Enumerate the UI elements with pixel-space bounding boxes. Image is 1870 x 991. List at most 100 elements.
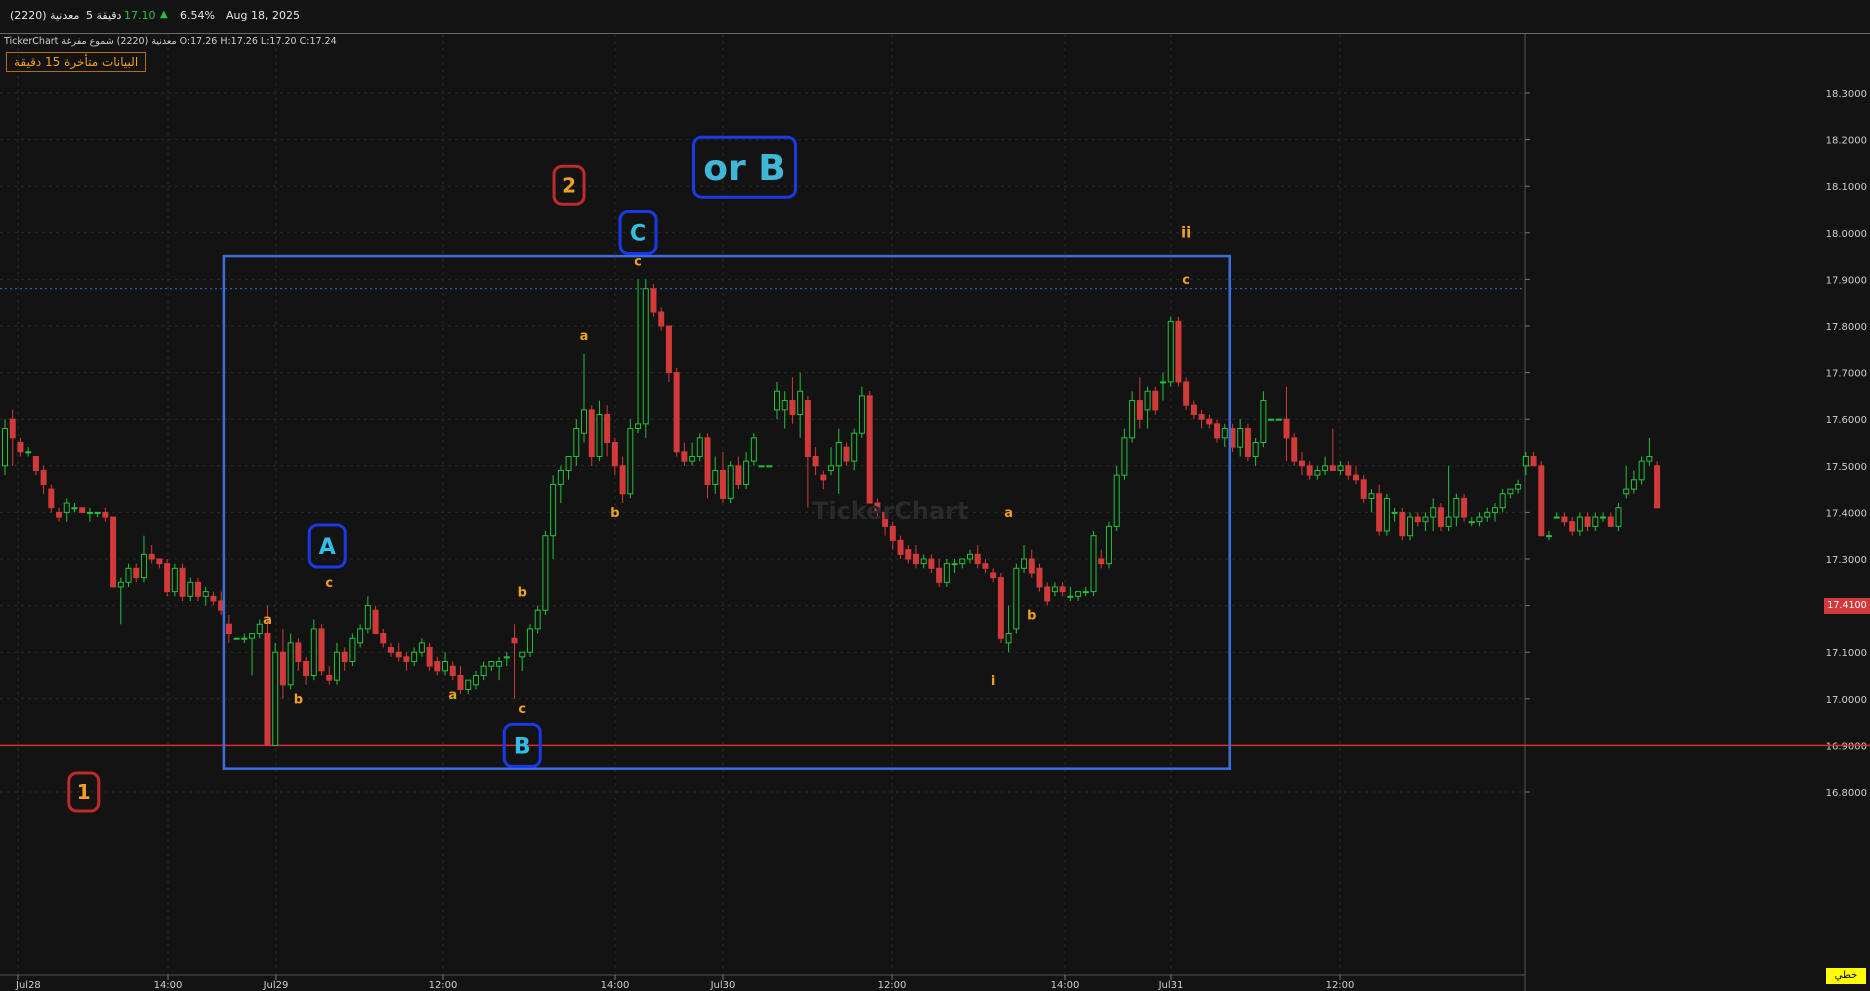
- candle: [889, 521, 896, 550]
- candle-body-up: [1113, 474, 1120, 527]
- candle: [681, 442, 688, 466]
- candle: [1082, 586, 1089, 597]
- candle: [1391, 507, 1398, 522]
- candle: [712, 456, 719, 494]
- candle: [1654, 461, 1661, 509]
- price-tick-label: 16.9000: [1826, 741, 1867, 752]
- candle-body-up: [488, 661, 495, 667]
- candle-body-up: [858, 395, 865, 434]
- candle: [1183, 377, 1190, 410]
- wave-badge-label: A: [319, 535, 336, 560]
- candle: [32, 455, 39, 476]
- candle-body-down: [1206, 418, 1213, 425]
- delay-notice: البيانات متأخرة 15 دقيقة: [6, 52, 147, 72]
- candle: [1515, 479, 1522, 494]
- candle: [1507, 488, 1514, 499]
- candle: [125, 563, 132, 587]
- candle-body-down: [912, 553, 919, 565]
- candle: [56, 507, 63, 522]
- ohlc-readout: TickerChart معدنية (2220) شموع مفرغة O:1…: [4, 36, 337, 47]
- candle: [665, 325, 672, 382]
- candle: [1136, 377, 1143, 429]
- candle-body-up: [1468, 521, 1475, 524]
- candle-body-up: [959, 558, 966, 565]
- watermark: TickerChart: [812, 497, 969, 525]
- candle: [526, 624, 533, 657]
- wave-badge: or B: [692, 135, 798, 199]
- candle-body-down: [665, 325, 672, 374]
- candle-body-down: [56, 511, 63, 518]
- candle: [1600, 512, 1607, 522]
- candle: [812, 447, 819, 476]
- candle-body-down: [264, 633, 271, 746]
- candle: [573, 419, 580, 466]
- candle: [1453, 493, 1460, 527]
- candle-body-up: [1453, 497, 1460, 518]
- candle: [565, 455, 572, 480]
- candle-body-up: [828, 465, 835, 471]
- time-tick-label: 14:00: [1051, 980, 1080, 991]
- candle: [1075, 591, 1082, 601]
- candle-body-down: [449, 665, 456, 676]
- candle-body-down: [295, 642, 302, 663]
- price-tick-label: 18.2000: [1826, 136, 1867, 147]
- candle: [912, 545, 919, 569]
- candle: [102, 507, 109, 522]
- candle-body-down: [604, 414, 611, 444]
- candle: [249, 633, 256, 676]
- candle: [364, 596, 371, 634]
- candle: [1623, 465, 1630, 499]
- candle-body-up: [1630, 479, 1637, 490]
- candle-body-up: [310, 628, 317, 677]
- candle: [758, 465, 765, 468]
- time-tick-label: 14:00: [154, 980, 183, 991]
- candle: [1059, 582, 1066, 597]
- candle-body-down: [1028, 558, 1035, 574]
- candle-body-down: [1437, 507, 1444, 527]
- candle: [1607, 512, 1614, 527]
- candle-body-up: [241, 637, 248, 640]
- symbol-name[interactable]: معدنية (2220): [10, 9, 79, 22]
- candle-body-up: [1422, 516, 1429, 523]
- candle-body-up: [63, 502, 70, 513]
- candle: [79, 507, 86, 513]
- candle-body-up: [1430, 507, 1437, 518]
- candle-body-up: [573, 428, 580, 457]
- candle-body-up: [1646, 455, 1653, 462]
- candle-body-down: [511, 637, 518, 644]
- candle-body-up: [503, 656, 510, 659]
- candle: [959, 558, 966, 569]
- candle-body-up: [1491, 507, 1498, 513]
- candle: [1576, 512, 1583, 536]
- candle-body-up: [1615, 507, 1622, 527]
- candle: [1553, 512, 1560, 519]
- candle: [1569, 517, 1576, 536]
- candle: [418, 638, 425, 657]
- wave-label: c: [518, 702, 526, 717]
- candle-body-down: [820, 474, 827, 481]
- candle-body-down: [380, 633, 387, 644]
- candle: [511, 624, 518, 699]
- candle: [110, 516, 117, 588]
- candle: [148, 545, 155, 564]
- candle-body-up: [743, 460, 750, 485]
- candle: [480, 661, 487, 681]
- candle-body-up: [1368, 493, 1375, 499]
- candle-body-up: [357, 628, 364, 644]
- candle-body-down: [341, 651, 348, 663]
- candle: [1368, 489, 1375, 513]
- wave-badge-label: C: [630, 221, 646, 246]
- candle-body-down: [650, 288, 657, 313]
- wave-label: c: [325, 576, 333, 591]
- candle-body-up: [627, 428, 634, 495]
- candle-body-up: [1021, 558, 1028, 569]
- candle: [1144, 386, 1151, 429]
- candle: [596, 400, 603, 462]
- timeframe-selector[interactable]: 5 دقيقة: [86, 9, 121, 22]
- candle: [1407, 512, 1414, 541]
- candle: [928, 554, 935, 573]
- candle-body-down: [1198, 414, 1205, 420]
- price-chart[interactable]: 18.3000 18.2000 18.1000 18.0000 17.9000 17.80…: [0, 0, 1870, 991]
- candle-body-up: [689, 455, 696, 462]
- scale-type-button[interactable]: خطي: [1826, 968, 1866, 984]
